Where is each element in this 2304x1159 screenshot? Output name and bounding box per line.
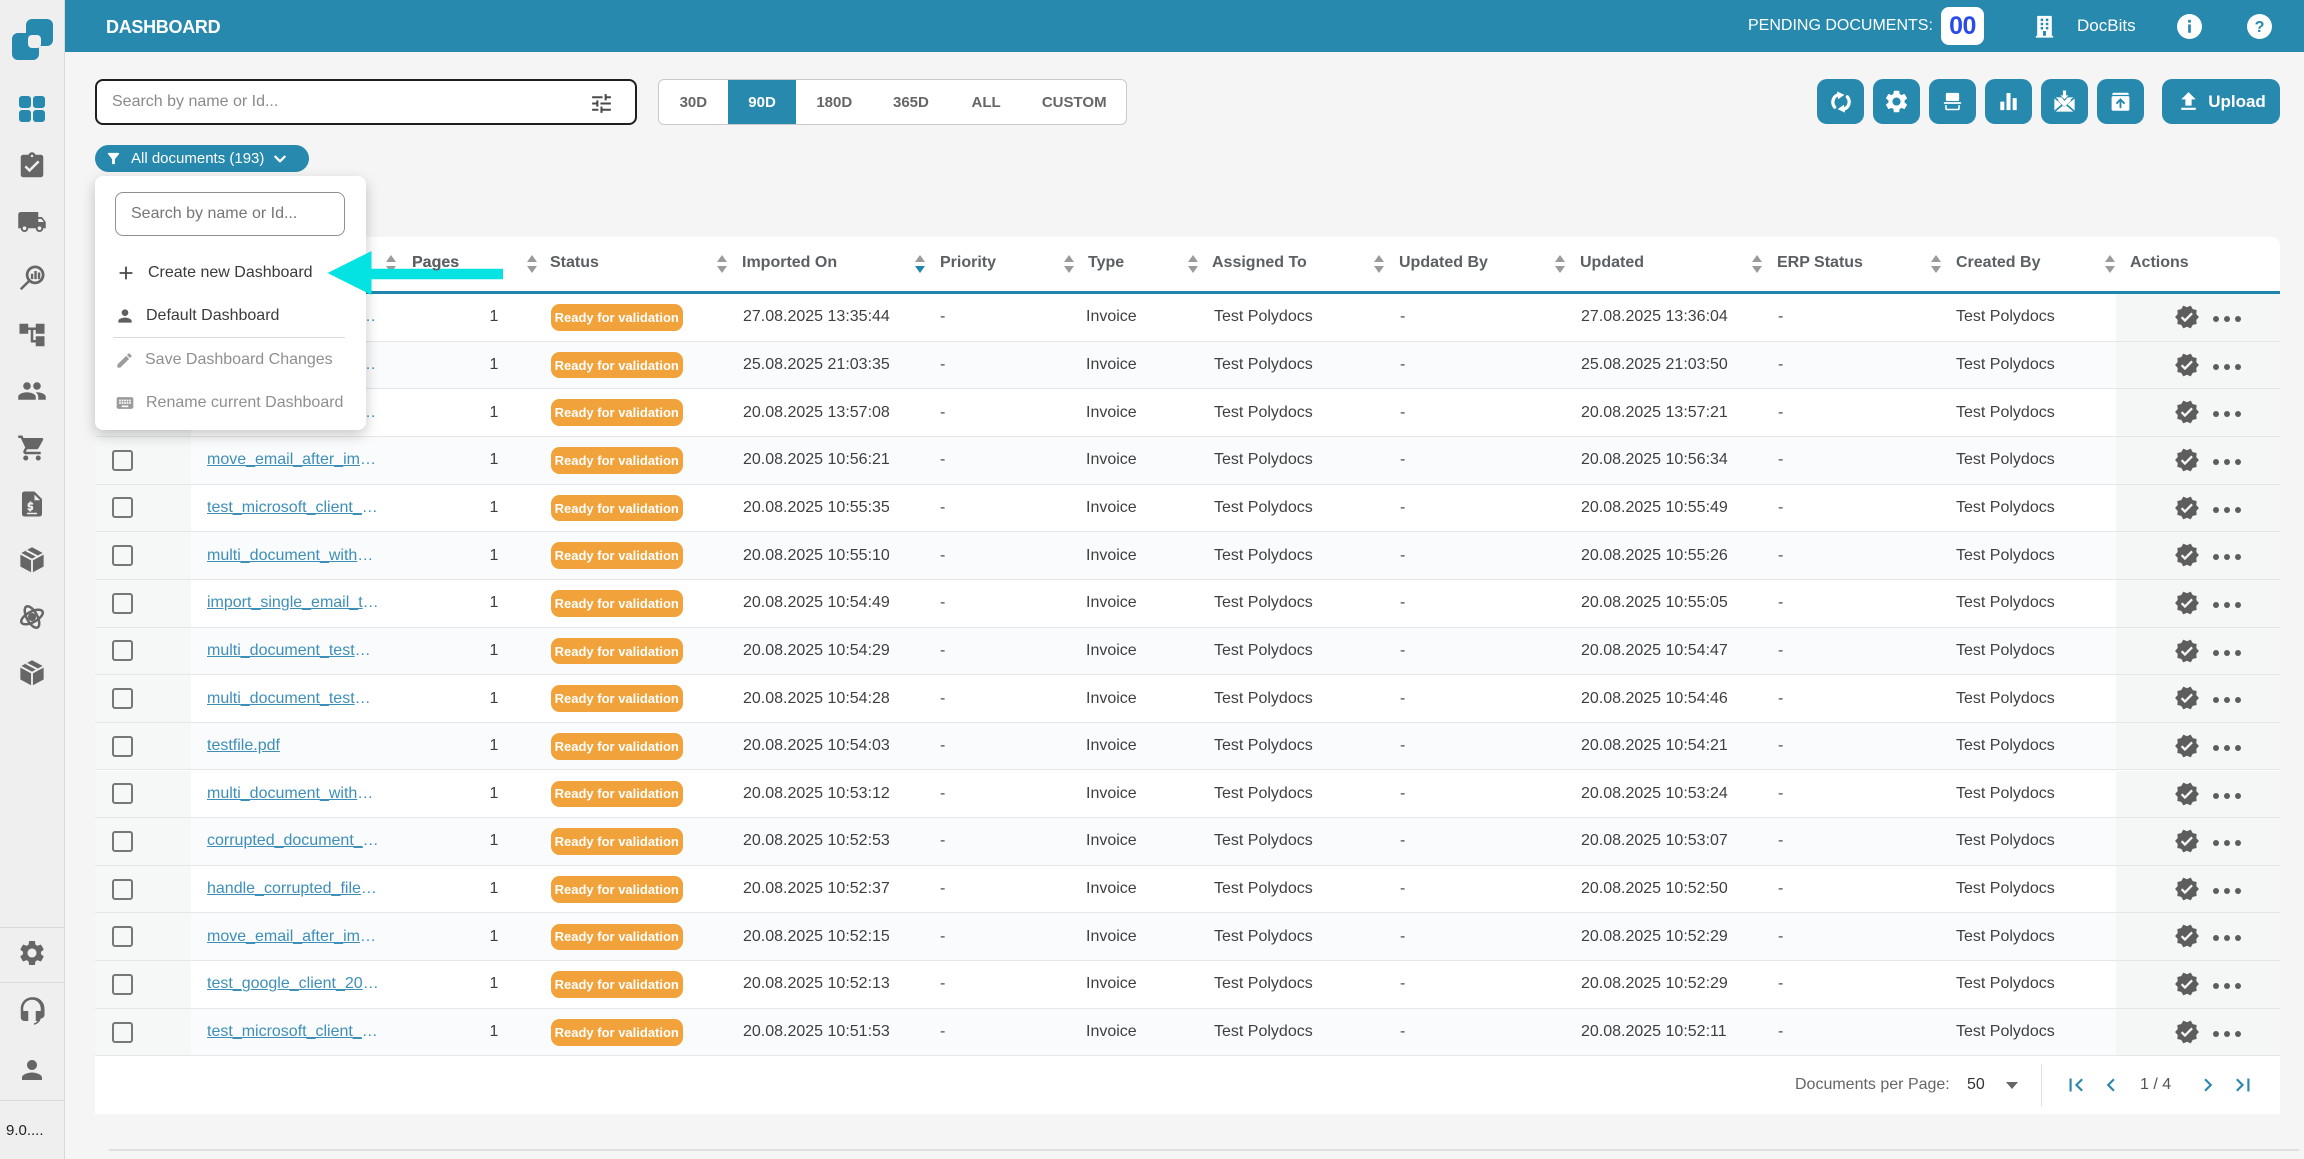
svg-text:?: ? — [2255, 18, 2265, 36]
